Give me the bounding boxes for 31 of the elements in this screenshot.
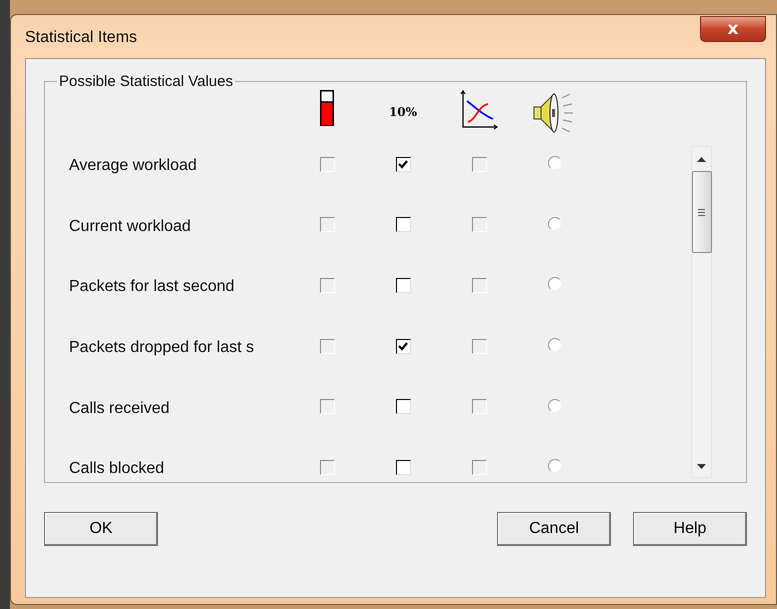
radio-button[interactable]: [548, 277, 562, 292]
statistic-label: Packets for last second: [69, 278, 234, 296]
dialog-button[interactable]: Help: [633, 512, 747, 546]
scroll-thumb[interactable]: [692, 171, 712, 253]
statistic-label: Current workload: [69, 218, 191, 235]
statistic-label: Calls received: [69, 400, 170, 417]
checkbox[interactable]: [396, 338, 410, 354]
graph-icon: [460, 90, 498, 130]
window-title: Statistical Items: [25, 28, 138, 46]
close-button[interactable]: x: [700, 16, 766, 42]
radio-button[interactable]: [548, 338, 562, 352]
gauge-icon: [320, 90, 334, 126]
checkbox[interactable]: [396, 399, 410, 414]
checkbox[interactable]: [396, 217, 410, 232]
group-title: Possible Statistical Values: [58, 73, 234, 90]
scroll-down-icon[interactable]: [697, 464, 706, 469]
checkbox[interactable]: [396, 460, 410, 475]
statistic-label: Calls blocked: [69, 460, 164, 478]
scroll-up-icon[interactable]: [697, 157, 706, 162]
statistic-label: Average workload: [69, 157, 197, 174]
dialog-button[interactable]: OK: [44, 512, 158, 546]
dialog-button[interactable]: Cancel: [497, 512, 611, 546]
radio-button[interactable]: [548, 216, 562, 231]
column-header: 10%: [388, 105, 418, 119]
radio-button[interactable]: [548, 398, 562, 413]
checkbox[interactable]: [396, 278, 410, 293]
radio-button[interactable]: [548, 459, 562, 474]
statistic-label: Packets dropped for last s: [69, 339, 254, 356]
radio-button[interactable]: [548, 156, 562, 170]
scrollbar[interactable]: [691, 146, 712, 478]
checkbox[interactable]: [396, 156, 410, 172]
